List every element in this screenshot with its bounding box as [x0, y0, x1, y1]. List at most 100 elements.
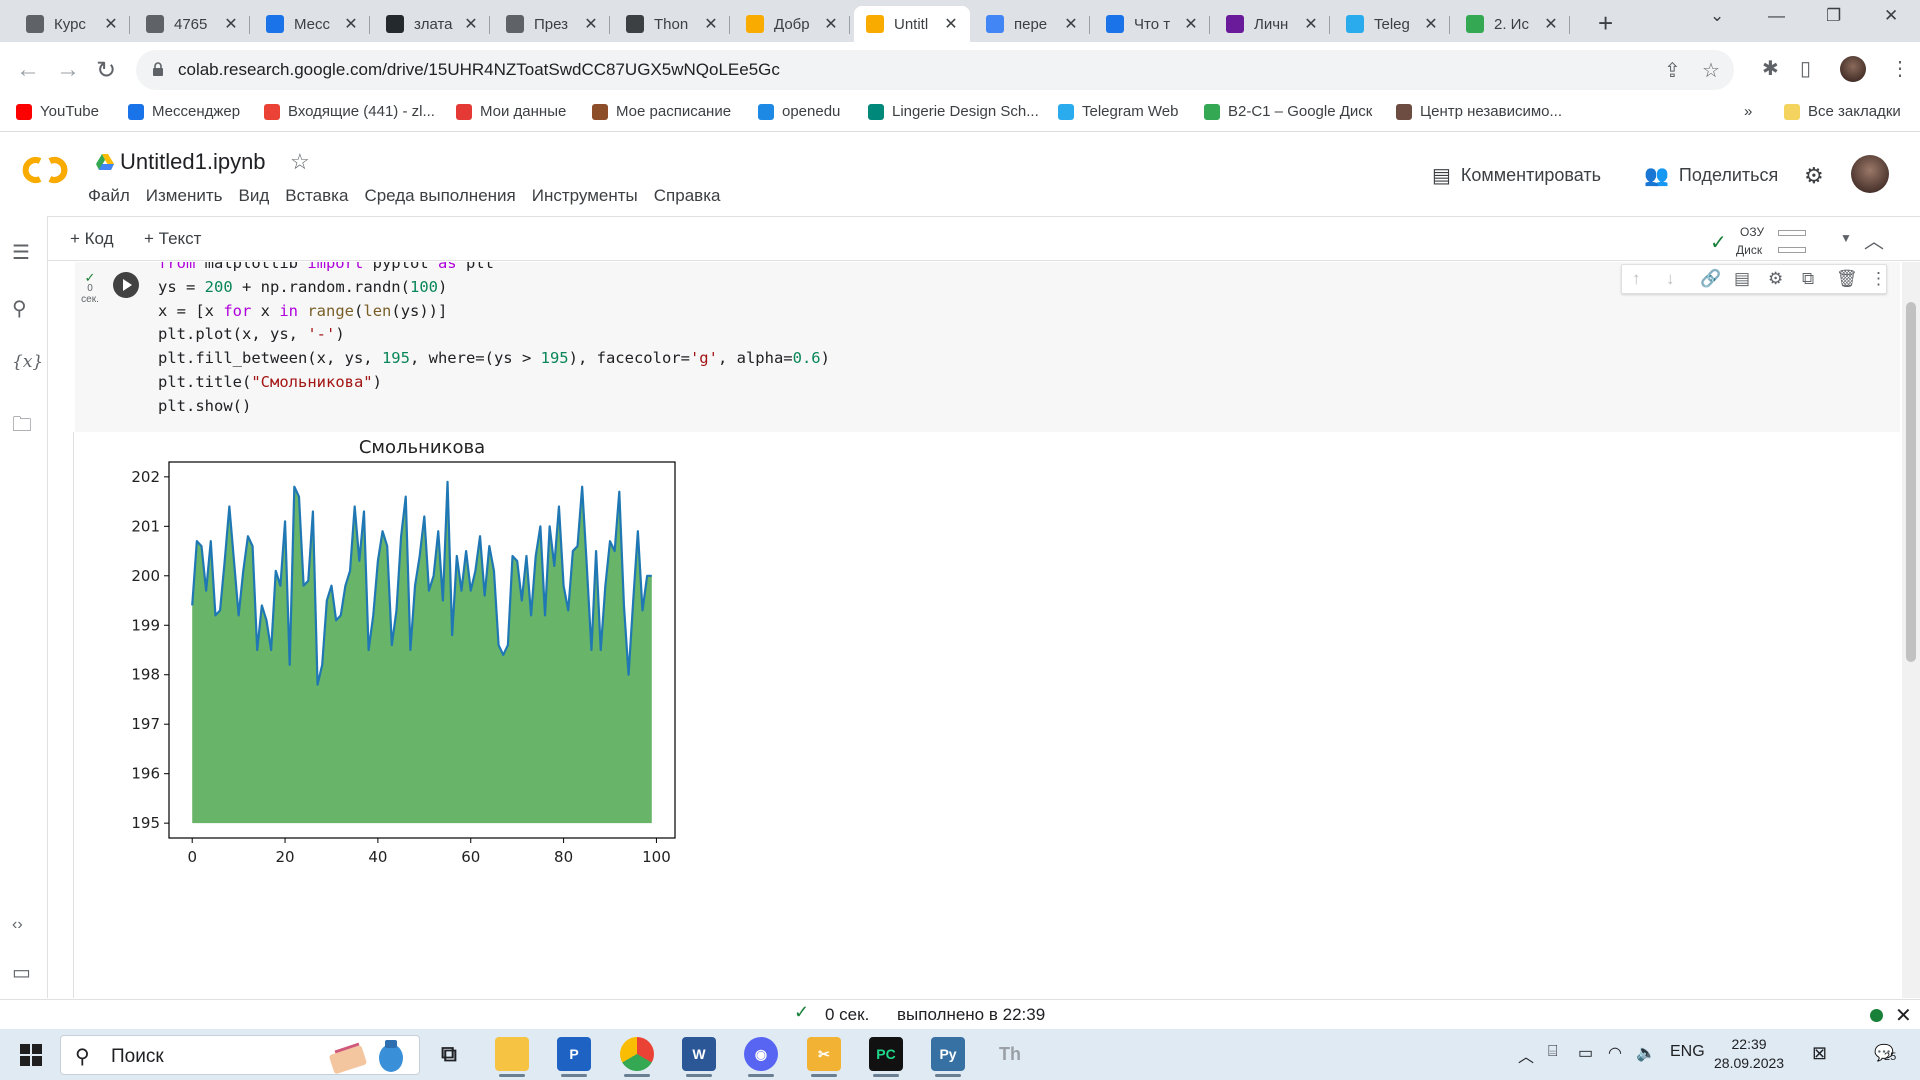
- command-palette-icon[interactable]: ▭: [12, 960, 31, 985]
- scrollbar-thumb[interactable]: [1906, 302, 1916, 662]
- pdf-reader-app[interactable]: P: [557, 1037, 591, 1077]
- comment-button[interactable]: ▤ Комментировать: [1432, 163, 1601, 188]
- tab-close-icon[interactable]: ✕: [822, 14, 840, 34]
- run-cell-button[interactable]: [113, 272, 139, 298]
- files-folder-icon[interactable]: 🗀: [12, 410, 32, 444]
- bookmark-item[interactable]: openedu: [758, 103, 840, 120]
- more-bookmarks-button[interactable]: »: [1744, 103, 1752, 120]
- battery-icon[interactable]: ▭: [1578, 1043, 1593, 1063]
- browser-tab[interactable]: злата ✕: [374, 6, 490, 42]
- tab-close-icon[interactable]: ✕: [222, 14, 240, 34]
- add-code-button[interactable]: + Код: [70, 229, 114, 249]
- search-icon[interactable]: ⚲: [12, 296, 27, 321]
- show-hidden-icons[interactable]: ︿: [1518, 1043, 1534, 1067]
- file-explorer-app[interactable]: [495, 1037, 529, 1077]
- code-editor[interactable]: from matplotlib import pyplot as plt ys =…: [158, 262, 830, 419]
- tab-close-icon[interactable]: ✕: [1062, 14, 1080, 34]
- browser-tab[interactable]: пере ✕: [974, 6, 1090, 42]
- system-clock[interactable]: 22:39 28.09.2023: [1714, 1035, 1784, 1073]
- bookmark-item[interactable]: Мое расписание: [592, 103, 731, 120]
- tab-close-icon[interactable]: ✕: [582, 14, 600, 34]
- share-button[interactable]: 👥 Поделиться: [1644, 163, 1778, 188]
- word-app[interactable]: W: [682, 1037, 716, 1077]
- comment-cell-icon[interactable]: ▤: [1734, 269, 1750, 289]
- browser-tab[interactable]: Добр ✕: [734, 6, 850, 42]
- task-view-icon[interactable]: ⧉: [432, 1037, 466, 1071]
- tab-close-icon[interactable]: ✕: [1542, 14, 1560, 34]
- windows-start-icon[interactable]: [20, 1044, 42, 1066]
- chrome-menu-icon[interactable]: ⋮: [1890, 56, 1910, 81]
- wifi-icon[interactable]: ◠: [1608, 1043, 1622, 1063]
- new-tab-button[interactable]: +: [1598, 8, 1613, 39]
- bookmark-item[interactable]: YouTube: [16, 103, 99, 120]
- browser-tab[interactable]: Месс ✕: [254, 6, 370, 42]
- table-of-contents-icon[interactable]: ☰: [12, 240, 30, 265]
- tab-close-icon[interactable]: ✕: [1422, 14, 1440, 34]
- code-cell[interactable]: ✓ 0 сек. from matplotlib import pyplot a…: [75, 262, 1900, 432]
- pycharm-app[interactable]: PC: [869, 1037, 903, 1077]
- delete-cell-icon[interactable]: 🗑: [1836, 269, 1858, 289]
- menu-item[interactable]: Среда выполнения: [364, 186, 515, 206]
- bookmark-item[interactable]: Центр независимо...: [1396, 103, 1562, 120]
- tab-search-icon[interactable]: ⌄: [1710, 6, 1724, 26]
- tab-close-icon[interactable]: ✕: [1302, 14, 1320, 34]
- move-down-icon[interactable]: ↓: [1666, 269, 1675, 289]
- tab-close-icon[interactable]: ✕: [1182, 14, 1200, 34]
- variables-icon[interactable]: {x}: [12, 352, 43, 372]
- browser-tab[interactable]: 4765 ✕: [134, 6, 250, 42]
- share-page-icon[interactable]: ⇪: [1664, 58, 1681, 83]
- bookmark-item[interactable]: Telegram Web: [1058, 103, 1178, 120]
- bookmark-item[interactable]: B2-C1 – Google Диск: [1204, 103, 1372, 120]
- side-panel-icon[interactable]: ▯: [1800, 56, 1811, 81]
- browser-tab[interactable]: Thon ✕: [614, 6, 730, 42]
- restore-button[interactable]: ❐: [1826, 6, 1841, 26]
- tab-close-icon[interactable]: ✕: [342, 14, 360, 34]
- menu-item[interactable]: Файл: [88, 186, 130, 206]
- tab-close-icon[interactable]: ✕: [702, 14, 720, 34]
- browser-tab[interactable]: Untitl ✕: [854, 6, 970, 42]
- collapse-header-icon[interactable]: ︿: [1864, 225, 1884, 254]
- back-icon[interactable]: ←: [16, 56, 40, 84]
- omnibox[interactable]: colab.research.google.com/drive/15UHR4NZ…: [136, 50, 1734, 90]
- resources-dropdown-icon[interactable]: ▼: [1840, 231, 1852, 245]
- discord-app[interactable]: ◉: [744, 1037, 778, 1077]
- url-text[interactable]: colab.research.google.com/drive/15UHR4NZ…: [178, 60, 780, 80]
- notebook-title[interactable]: Untitled1.ipynb: [120, 149, 266, 175]
- browser-tab[interactable]: Курс ✕: [14, 6, 130, 42]
- no-display-icon[interactable]: ⊠: [1812, 1043, 1827, 1064]
- add-text-button[interactable]: + Текст: [144, 229, 201, 249]
- volume-icon[interactable]: 🔈: [1636, 1043, 1656, 1063]
- settings-gear-icon[interactable]: ⚙: [1804, 163, 1824, 189]
- taskbar-search[interactable]: ⚲ Поиск: [60, 1035, 420, 1075]
- browser-tab[interactable]: Что т ✕: [1094, 6, 1210, 42]
- menu-item[interactable]: Инструменты: [532, 186, 638, 206]
- cell-settings-icon[interactable]: ⚙: [1768, 269, 1783, 289]
- tab-close-icon[interactable]: ✕: [102, 14, 120, 34]
- link-icon[interactable]: 🔗: [1700, 269, 1721, 289]
- tab-close-icon[interactable]: ✕: [942, 14, 960, 34]
- browser-tab[interactable]: Teleg ✕: [1334, 6, 1450, 42]
- browser-tab[interactable]: Личн ✕: [1214, 6, 1330, 42]
- python-app[interactable]: Py: [931, 1037, 965, 1077]
- all-bookmarks[interactable]: Все закладки: [1784, 103, 1901, 120]
- forward-icon[interactable]: →: [56, 56, 80, 84]
- move-up-icon[interactable]: ↑: [1632, 269, 1641, 289]
- mirror-cell-icon[interactable]: ⧉: [1802, 269, 1814, 289]
- menu-item[interactable]: Вид: [238, 186, 269, 206]
- tab-close-icon[interactable]: ✕: [462, 14, 480, 34]
- notebook-scrollbar[interactable]: [1902, 262, 1920, 998]
- more-actions-icon[interactable]: ⋮: [1870, 269, 1887, 289]
- language-indicator[interactable]: ENG: [1670, 1043, 1705, 1061]
- device-icon[interactable]: ⌸: [1548, 1043, 1558, 1061]
- bookmark-item[interactable]: Мессенджер: [128, 103, 240, 120]
- browser-tab[interactable]: През ✕: [494, 6, 610, 42]
- bookmark-item[interactable]: Lingerie Design Sch...: [868, 103, 1039, 120]
- bookmark-star-icon[interactable]: ☆: [1702, 58, 1720, 83]
- account-avatar[interactable]: [1851, 155, 1889, 193]
- menu-item[interactable]: Изменить: [146, 186, 223, 206]
- profile-avatar[interactable]: [1840, 56, 1866, 82]
- image-tool-app[interactable]: ✂: [807, 1037, 841, 1077]
- extensions-icon[interactable]: ✱: [1762, 56, 1779, 81]
- colab-logo[interactable]: [18, 155, 72, 185]
- code-snippets-icon[interactable]: ‹›: [12, 916, 23, 934]
